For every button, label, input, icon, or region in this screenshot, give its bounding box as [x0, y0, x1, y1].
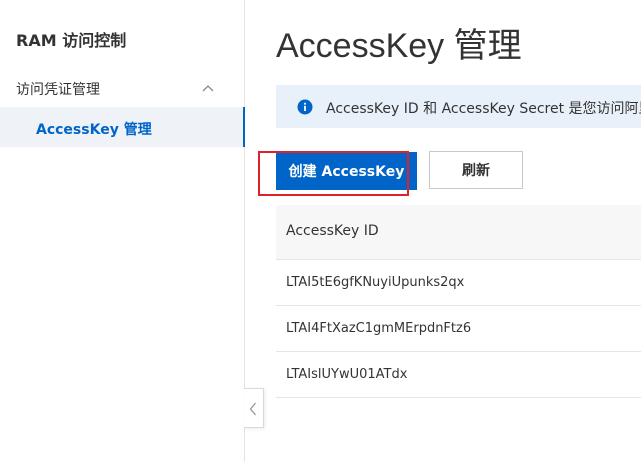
sidebar-item-accesskey[interactable]: AccessKey 管理	[0, 107, 245, 147]
column-header-accesskey-id: AccessKey ID	[286, 223, 379, 239]
refresh-button[interactable]: 刷新	[429, 151, 523, 189]
accesskey-id-cell: LTAI4FtXazC1gmMErpdnFtz6	[286, 321, 472, 336]
table-header: AccessKey ID	[276, 205, 641, 260]
sidebar-title: RAM 访问控制	[16, 31, 127, 50]
accesskey-id-cell: LTAI5tE6gfKNuyiUpunks2qx	[286, 275, 465, 290]
sidebar-item-label: AccessKey 管理	[36, 122, 152, 138]
info-icon	[297, 99, 313, 115]
info-notice: AccessKey ID 和 AccessKey Secret 是您访问阿里	[276, 85, 641, 128]
table-row: LTAI5tE6gfKNuyiUpunks2qx	[276, 260, 641, 306]
main-content: AccessKey 管理 AccessKey ID 和 AccessKey Se…	[245, 0, 641, 462]
accesskey-table: AccessKey ID LTAI5tE6gfKNuyiUpunks2qx LT…	[276, 205, 641, 398]
notice-text: AccessKey ID 和 AccessKey Secret 是您访问阿里	[326, 101, 641, 117]
table-row: LTAIslUYwU01ATdx	[276, 352, 641, 398]
page-title: AccessKey 管理	[276, 27, 522, 65]
create-accesskey-button[interactable]: 创建 AccessKey	[276, 152, 417, 190]
sidebar-group-credentials[interactable]: 访问凭证管理	[0, 70, 244, 106]
accesskey-id-cell: LTAIslUYwU01ATdx	[286, 367, 408, 382]
ram-console: RAM 访问控制 访问凭证管理 AccessKey 管理 AccessKey 管…	[0, 0, 641, 462]
sidebar-group-label: 访问凭证管理	[16, 82, 100, 98]
chevron-up-icon	[202, 85, 214, 92]
sidebar: RAM 访问控制 访问凭证管理 AccessKey 管理	[0, 0, 245, 462]
table-row: LTAI4FtXazC1gmMErpdnFtz6	[276, 306, 641, 352]
